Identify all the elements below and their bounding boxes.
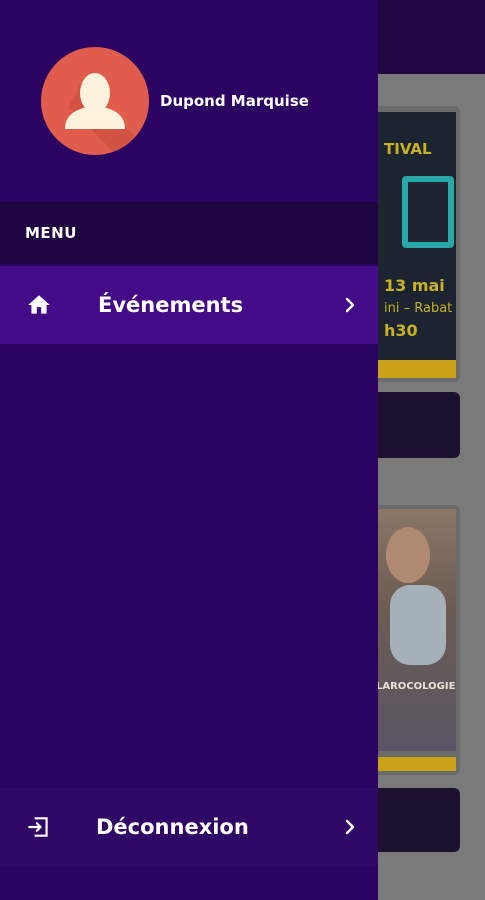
home-icon [28,295,50,314]
poster-text: h30 [384,321,418,340]
poster-footer-band [376,360,456,378]
poster-graphic [402,176,454,248]
poster-text: ini – Rabat [384,301,453,316]
person-silhouette-icon [65,73,149,155]
user-name: Dupond Marquise [160,92,309,110]
profile-header: Dupond Marquise [0,0,378,202]
event-card[interactable]: TIVAL 13 mai ini – Rabat h30 [372,106,460,382]
chevron-right-icon [345,819,355,835]
event-card-details[interactable] [372,392,460,458]
logout-icon [28,817,48,837]
photo-subject [386,527,430,583]
menu-item-evenements[interactable]: Événements [0,266,378,344]
photo-subject-body [390,585,446,665]
poster-footer-band [376,757,456,771]
poster-text: TIVAL [384,140,432,158]
menu-header-label: MENU [25,224,77,242]
menu-item-label: Événements [98,293,244,317]
chevron-right-icon [345,297,355,313]
avatar[interactable] [41,47,149,155]
poster-text: 13 mai [384,276,445,295]
event-card-details[interactable] [372,788,460,852]
navigation-drawer: Dupond Marquise MENU Événements Déconnex… [0,0,378,900]
menu-item-label: Déconnexion [96,815,249,839]
menu-item-deconnexion[interactable]: Déconnexion [0,788,378,866]
poster-caption: LAROCOLOGIE [376,681,456,692]
menu-section-header: MENU [0,202,378,264]
event-card[interactable]: LAROCOLOGIE [372,505,460,775]
